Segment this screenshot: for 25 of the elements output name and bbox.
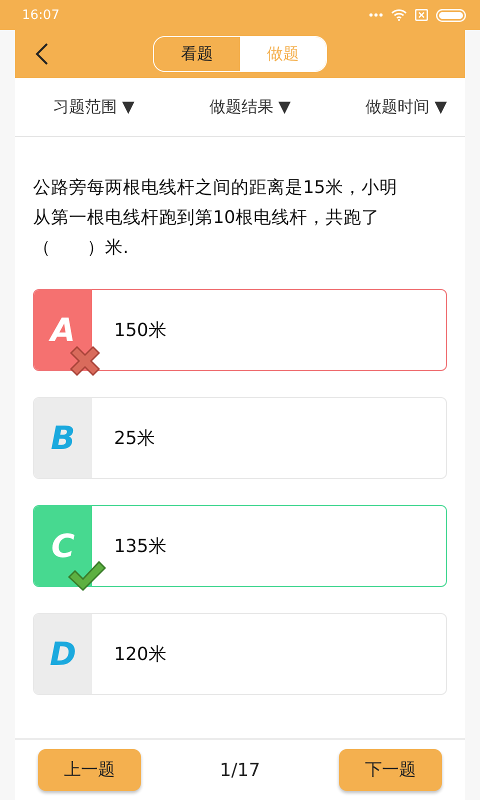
wifi-icon	[391, 9, 407, 21]
option-text: 150米	[113, 319, 166, 343]
answer-option[interactable]: A 150米	[33, 289, 447, 371]
check-icon	[67, 559, 107, 593]
option-letter: B	[34, 398, 92, 478]
option-letter: D	[34, 614, 92, 694]
sim-icon	[415, 9, 428, 21]
back-icon[interactable]	[35, 42, 49, 66]
next-button[interactable]: 下一题	[338, 749, 442, 791]
answer-option[interactable]: C 135米	[33, 505, 447, 587]
answer-option[interactable]: B 25米	[33, 397, 447, 479]
filter-dropdown[interactable]: 做题结果 ▼	[209, 96, 291, 118]
status-time: 16:07	[22, 8, 60, 22]
filter-dropdown[interactable]: 习题范围 ▼	[53, 96, 134, 118]
battery-icon	[436, 8, 466, 22]
option-text: 25米	[113, 427, 155, 451]
option-text: 135米	[113, 535, 166, 559]
option-text: 120米	[113, 643, 166, 667]
question-text: 公路旁每两根电线杆之间的距离是15米，小明从第一根电线杆跑到第10根电线杆，共跑了（ ）米.	[32, 177, 398, 260]
more-dots-icon	[369, 13, 383, 17]
previous-button[interactable]: 上一题	[38, 749, 141, 791]
answer-option[interactable]: D 120米	[33, 613, 447, 695]
filter-dropdown[interactable]: 做题时间 ▼	[366, 96, 447, 118]
page-counter: 1/17	[220, 760, 260, 780]
cross-icon	[67, 343, 103, 379]
